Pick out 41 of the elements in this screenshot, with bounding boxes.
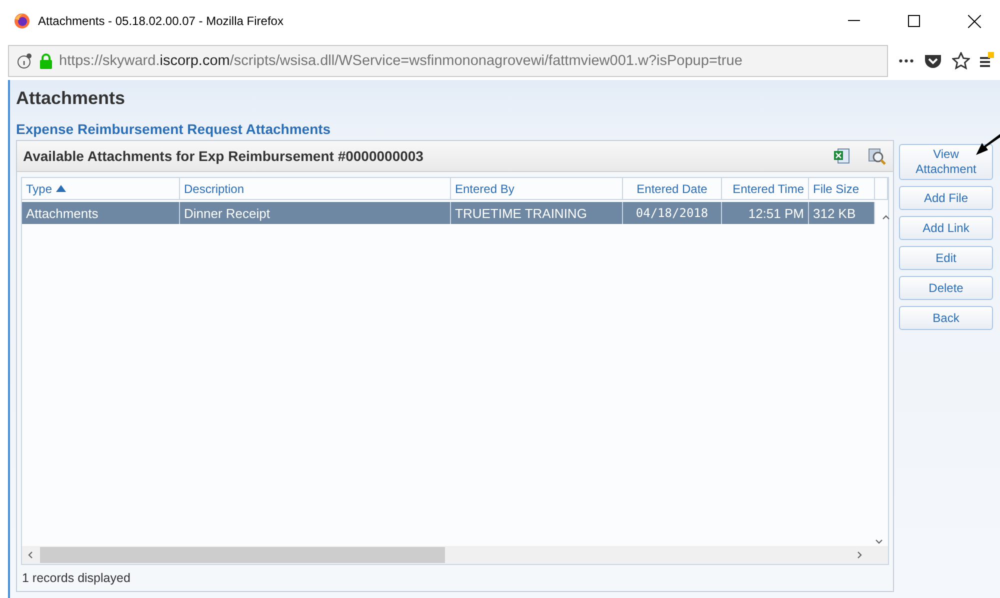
maximize-icon[interactable]	[908, 15, 920, 27]
action-button[interactable]: Add File	[899, 186, 993, 210]
window-title: Attachments - 05.18.02.00.07 - Mozilla Firefox	[38, 14, 284, 28]
action-button[interactable]: Back	[899, 306, 993, 330]
table-cell: Dinner Receipt	[180, 202, 451, 224]
table-cell: Attachments	[22, 202, 180, 224]
column-header[interactable]: Entered By	[451, 178, 623, 200]
action-button[interactable]: Add Link	[899, 216, 993, 240]
info-icon[interactable]	[17, 53, 33, 69]
pointer-arrow	[976, 134, 1000, 156]
section-title: Expense Reimbursement Request Attachments	[16, 121, 332, 137]
menu-icon[interactable]	[980, 52, 994, 70]
horizontal-scrollbar[interactable]	[22, 546, 888, 564]
table-cell: TRUETIME TRAINING	[451, 202, 623, 224]
action-button[interactable]: Delete	[899, 276, 993, 300]
column-header[interactable]: Entered Date	[623, 178, 722, 200]
close-icon[interactable]	[968, 14, 980, 28]
pocket-icon[interactable]	[924, 53, 942, 69]
lock-icon	[39, 53, 53, 69]
table-cell: 312 KB	[809, 202, 875, 224]
column-header[interactable]: Entered Time	[722, 178, 809, 200]
star-icon[interactable]	[952, 52, 970, 70]
records-count: 1 records displayed	[21, 570, 132, 587]
panel-title: Available Attachments for Exp Reimbursement #0000000003	[23, 148, 424, 164]
column-header[interactable]: Description	[180, 178, 451, 200]
minimize-icon[interactable]	[848, 20, 860, 22]
table-row[interactable]: Attachments Dinner Receipt TRUETIME TRAINING 04/18/2018 12:51 PM 312 KB	[22, 202, 875, 224]
page-title: Attachments	[16, 88, 126, 109]
address-bar[interactable]: https://skyward.iscorp.com/scripts/wsisa.dll/WService=wsfinmononagrovewi/fattmview001.w?isPopup=true	[8, 45, 888, 77]
url-text: https://skyward.iscorp.com/scripts/wsisa.dll/WService=wsfinmononagrovewi/fattmview001.w?isPopup=true	[59, 53, 742, 69]
action-button[interactable]: View Attachment	[899, 144, 993, 180]
table-cell: 04/18/2018	[623, 202, 722, 224]
scrollbar-thumb[interactable]	[40, 547, 445, 563]
table-cell: 12:51 PM	[722, 202, 809, 224]
firefox-logo-icon	[14, 13, 30, 29]
column-header[interactable]: File Size	[809, 178, 875, 200]
action-button[interactable]: Edit	[899, 246, 993, 270]
column-header[interactable]: Type	[22, 178, 180, 200]
page-actions-button[interactable]: •••	[898, 54, 914, 68]
spreadsheet-export-icon[interactable]	[833, 147, 851, 165]
print-preview-icon[interactable]	[867, 146, 887, 166]
